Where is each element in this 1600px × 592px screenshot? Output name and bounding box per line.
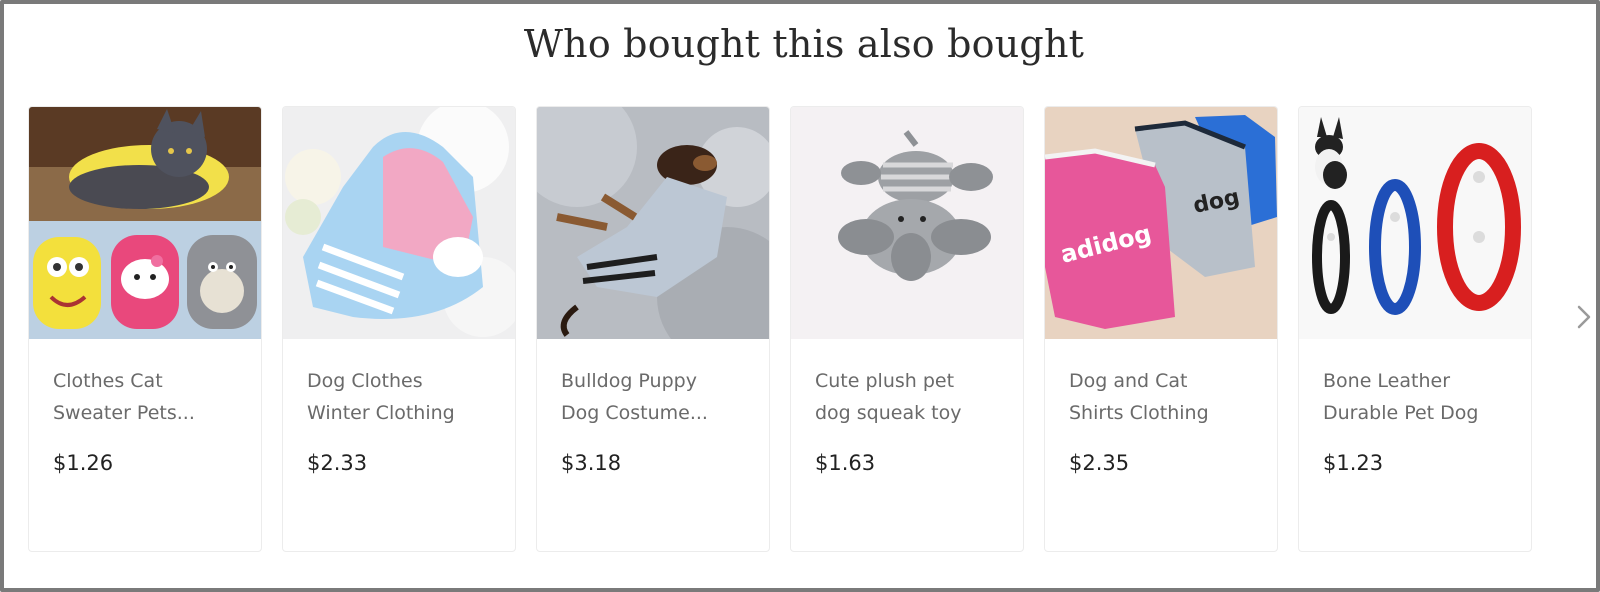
chevron-right-icon[interactable]: [1576, 304, 1592, 330]
product-price: $1.63: [815, 451, 876, 475]
product-name[interactable]: Cute plush pet dog squeak toy: [815, 365, 1005, 429]
product-name[interactable]: Dog and Cat Shirts Clothing: [1069, 365, 1259, 429]
product-card[interactable]: Bone Leather Durable Pet Dog $1.23: [1298, 106, 1532, 552]
product-price: $2.33: [307, 451, 368, 475]
product-carousel: Clothes Cat Sweater Pets... $1.26 Dog Cl…: [28, 106, 1568, 552]
product-name[interactable]: Clothes Cat Sweater Pets...: [53, 365, 243, 429]
product-card[interactable]: dog adidog Dog and Cat Shirts Clothing $…: [1044, 106, 1278, 552]
product-image-shirts[interactable]: dog adidog: [1045, 107, 1277, 339]
product-price: $3.18: [561, 451, 622, 475]
product-card[interactable]: Bulldog Puppy Dog Costume... $3.18: [536, 106, 770, 552]
section-title: Who bought this also bought: [523, 22, 1085, 66]
product-name[interactable]: Bone Leather Durable Pet Dog: [1323, 365, 1513, 429]
product-image-tracksuit[interactable]: [537, 107, 769, 339]
product-image-plush-toy[interactable]: [791, 107, 1023, 339]
recommendation-frame: Who bought this also bought Clothes Cat …: [0, 0, 1600, 592]
product-card[interactable]: Dog Clothes Winter Clothing $2.33: [282, 106, 516, 552]
product-image-collars[interactable]: [1299, 107, 1531, 339]
product-name[interactable]: Dog Clothes Winter Clothing: [307, 365, 497, 429]
product-name[interactable]: Bulldog Puppy Dog Costume...: [561, 365, 751, 429]
product-image-cat-sweater[interactable]: [29, 107, 261, 339]
product-price: $1.26: [53, 451, 114, 475]
product-price: $2.35: [1069, 451, 1130, 475]
product-price: $1.23: [1323, 451, 1384, 475]
product-card[interactable]: Clothes Cat Sweater Pets... $1.26: [28, 106, 262, 552]
product-image-hoodie[interactable]: [283, 107, 515, 339]
product-card[interactable]: Cute plush pet dog squeak toy $1.63: [790, 106, 1024, 552]
